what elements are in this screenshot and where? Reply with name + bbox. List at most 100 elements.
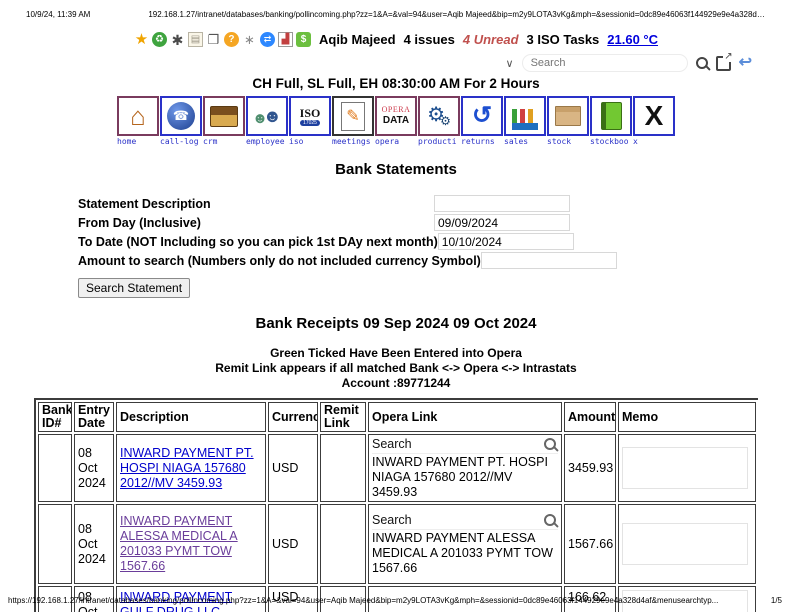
app-icon-box[interactable] bbox=[418, 96, 460, 136]
opera-matched-text: INWARD PAYMENT ALESSA MEDICAL A 201033 P… bbox=[372, 531, 553, 576]
form-input-1[interactable] bbox=[434, 214, 570, 231]
app-icon-box[interactable] bbox=[289, 96, 331, 136]
app-menu: homecall-logcrmemployeeisomeetingsoperap… bbox=[0, 96, 792, 146]
column-header: Bank ID# bbox=[38, 402, 72, 433]
app-item-label[interactable]: returns bbox=[461, 137, 503, 146]
app-item-label[interactable]: meetings bbox=[332, 137, 374, 146]
form-row: Statement Description bbox=[78, 194, 570, 213]
app-item-label[interactable]: producti bbox=[418, 137, 460, 146]
app-item-label[interactable]: employee bbox=[246, 137, 288, 146]
app-icon-box[interactable] bbox=[203, 96, 245, 136]
app-icon-box[interactable] bbox=[547, 96, 589, 136]
star-icon[interactable] bbox=[134, 32, 149, 47]
memo-cell bbox=[618, 434, 756, 503]
temperature-link[interactable]: 21.60 °C bbox=[607, 32, 658, 47]
amount-cell: 3459.93 bbox=[564, 434, 616, 503]
app-item-home[interactable]: home bbox=[117, 96, 159, 146]
app-icon-box[interactable] bbox=[461, 96, 503, 136]
memo-cell bbox=[618, 504, 756, 585]
table-row: 08 Oct 2024 INWARD PAYMENT PT. HOSPI NIA… bbox=[38, 434, 756, 503]
print-header: 10/9/24, 11:39 AM 192.168.1.27/intranet/… bbox=[0, 0, 792, 19]
iso-tasks-count[interactable]: 3 ISO Tasks bbox=[527, 32, 600, 47]
column-header: Opera Link bbox=[368, 402, 562, 433]
people-icon bbox=[252, 106, 282, 127]
app-item-call-log[interactable]: call-log bbox=[160, 96, 202, 146]
copy-icon[interactable] bbox=[206, 32, 221, 47]
app-item-label[interactable]: stock bbox=[547, 137, 589, 146]
opera-link-cell: Search INWARD PAYMENT PT. HOSPI NIAGA 15… bbox=[368, 434, 562, 503]
field-label: Statement Description bbox=[78, 196, 211, 211]
opera-search-input[interactable]: Search bbox=[372, 436, 558, 455]
print-header-url: 192.168.1.27/intranet/databases/banking/… bbox=[148, 10, 766, 19]
opera-search-input[interactable]: Search bbox=[372, 512, 558, 531]
opera-data-icon bbox=[382, 106, 411, 126]
chart-icon-large bbox=[512, 102, 538, 130]
opera-matched-text: INWARD PAYMENT PT. HOSPI NIAGA 157680 20… bbox=[372, 455, 548, 500]
recycle-icon[interactable] bbox=[151, 32, 167, 47]
app-icon-box[interactable] bbox=[375, 96, 417, 136]
search-input[interactable] bbox=[521, 54, 688, 72]
app-item-label[interactable]: call-log bbox=[160, 137, 202, 146]
print-footer-url: https://192.168.1.27/intranet/databases/… bbox=[8, 596, 719, 605]
entry-date-cell: 08 Oct 2024 bbox=[74, 504, 114, 585]
app-icon-box[interactable] bbox=[633, 96, 675, 136]
app-item-label[interactable]: opera bbox=[375, 137, 417, 146]
app-item-label[interactable]: x bbox=[633, 137, 675, 146]
unread-count[interactable]: 4 Unread bbox=[463, 32, 519, 47]
search-row: ∨ ↩ bbox=[0, 50, 752, 73]
app-item-label[interactable]: iso bbox=[289, 137, 331, 146]
receipts-table: Bank ID#Entry DateDescriptionCurrencyRem… bbox=[34, 398, 758, 612]
reply-icon[interactable]: ↩ bbox=[739, 55, 752, 71]
help-icon[interactable] bbox=[223, 32, 239, 47]
search-icon[interactable] bbox=[544, 514, 556, 527]
app-item-stock[interactable]: stock bbox=[547, 96, 589, 146]
app-item-label[interactable]: crm bbox=[203, 137, 245, 146]
app-icon-box[interactable] bbox=[246, 96, 288, 136]
app-item-returns[interactable]: returns bbox=[461, 96, 503, 146]
column-header: Memo bbox=[618, 402, 756, 433]
app-item-sales[interactable]: sales bbox=[504, 96, 546, 146]
description-link[interactable]: INWARD PAYMENT ALESSA MEDICAL A 201033 P… bbox=[120, 514, 238, 573]
memo-input[interactable] bbox=[622, 523, 748, 566]
form-input-2[interactable] bbox=[437, 233, 574, 250]
app-icon-box[interactable] bbox=[504, 96, 546, 136]
remit-link-cell bbox=[320, 434, 366, 503]
app-item-label[interactable]: sales bbox=[504, 137, 546, 146]
app-item-stockboo[interactable]: stockboo bbox=[590, 96, 632, 146]
receipts-tbody: 08 Oct 2024 INWARD PAYMENT PT. HOSPI NIA… bbox=[38, 434, 756, 612]
app-icon-box[interactable] bbox=[160, 96, 202, 136]
search-icon[interactable] bbox=[695, 57, 708, 69]
app-icon-box[interactable] bbox=[117, 96, 159, 136]
app-item-iso[interactable]: iso bbox=[289, 96, 331, 146]
app-item-opera[interactable]: opera bbox=[375, 96, 417, 146]
shop-icon[interactable] bbox=[295, 32, 311, 47]
app-item-label[interactable]: stockboo bbox=[590, 137, 632, 146]
app-item-employee[interactable]: employee bbox=[246, 96, 288, 146]
app-item-label[interactable]: home bbox=[117, 137, 159, 146]
form-row: To Date (NOT Including so you can pick 1… bbox=[78, 232, 574, 251]
bank-statements-title: Bank Statements bbox=[335, 161, 457, 178]
app-item-x[interactable]: x bbox=[633, 96, 675, 146]
chevron-down-icon[interactable]: ∨ bbox=[506, 57, 514, 70]
mini-chart-icon[interactable] bbox=[277, 32, 293, 47]
form-input-0[interactable] bbox=[434, 195, 570, 212]
notes-icon[interactable] bbox=[187, 32, 203, 47]
page-number: 1/5 bbox=[770, 596, 782, 605]
app-icon-box[interactable] bbox=[332, 96, 374, 136]
search-statement-button[interactable]: Search Statement bbox=[78, 278, 191, 298]
search-icon[interactable] bbox=[544, 438, 556, 451]
app-item-meetings[interactable]: meetings bbox=[332, 96, 374, 146]
app-item-producti[interactable]: producti bbox=[418, 96, 460, 146]
sparkle-icon[interactable] bbox=[242, 32, 257, 47]
opera-link-cell: Search INWARD PAYMENT ALESSA MEDICAL A 2… bbox=[368, 504, 562, 585]
form-input-3[interactable] bbox=[480, 252, 617, 269]
external-link-icon[interactable] bbox=[715, 50, 733, 71]
note-green-ticked: Green Ticked Have Been Entered into Oper… bbox=[270, 346, 522, 360]
app-item-crm[interactable]: crm bbox=[203, 96, 245, 146]
description-link[interactable]: INWARD PAYMENT PT. HOSPI NIAGA 157680 20… bbox=[120, 446, 254, 490]
chat-icon[interactable] bbox=[259, 32, 275, 47]
app-icon-box[interactable] bbox=[590, 96, 632, 136]
asterisk-icon[interactable] bbox=[170, 32, 185, 47]
issues-count[interactable]: 4 issues bbox=[404, 32, 455, 47]
memo-input[interactable] bbox=[622, 447, 748, 490]
